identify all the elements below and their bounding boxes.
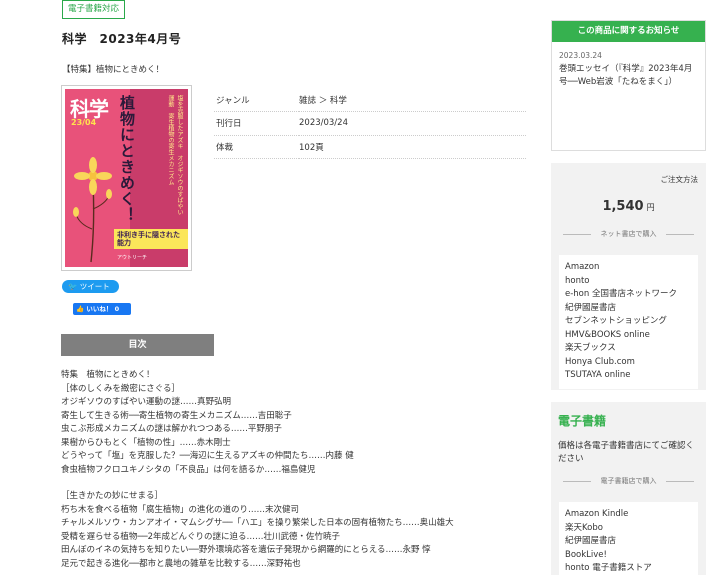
info-row-format: 体裁 102頁 (214, 135, 526, 159)
page-title: 科学 2023年4月号 (62, 32, 182, 46)
toc-line: 果樹からひもとく「植物の性」……赤木剛士 (61, 437, 231, 448)
price: 1,540 円 (551, 199, 706, 214)
like-button[interactable]: 👍 いいね！ 0 (73, 303, 131, 315)
cover-vertical-title: 植物にときめく！ (118, 95, 136, 223)
ebook-store-link[interactable]: 紀伊國屋書店 (565, 535, 692, 549)
info-key: ジャンル (214, 88, 299, 112)
info-value: 102頁 (299, 135, 526, 159)
toc-line: チャルメルソウ・カンアオイ・マムシグサ──「ハエ」を操り繁栄した日本の固有植物た… (61, 518, 454, 528)
bird-icon: 🐦 (68, 282, 78, 291)
toc: 特集 植物にときめく！ ［体のしくみを緻密にさぐる］ オジギソウのすばやい運動の… (61, 369, 541, 571)
ebook-store-link[interactable]: BookLive! (565, 549, 692, 563)
notice-header: この商品に関するお知らせ (552, 21, 705, 42)
toc-line: ［生きかたの妙にせまる］ (61, 491, 164, 501)
ebook-store-link[interactable]: honto 電子書籍ストア (565, 562, 692, 575)
toc-gap (61, 477, 541, 490)
store-link[interactable]: Honya Club.com (565, 356, 692, 370)
price-value: 1,540 (602, 199, 644, 214)
info-value-genre[interactable]: 雑誌 ＞ 科学 (299, 88, 526, 112)
toc-header: 目次 (61, 334, 214, 356)
ebook-badge: 電子書籍対応 (62, 0, 126, 19)
toc-line: 特集 植物にときめく！ (61, 370, 155, 380)
toc-line: 田んぼのイネの気持ちを知りたい──野外環境応答を遺伝子発現から網羅的にとらえる…… (61, 545, 431, 555)
info-value: 2023/03/24 (299, 111, 526, 136)
net-store-list: Amazon honto e-hon 全国書店ネットワーク 紀伊國屋書店 セブン… (559, 255, 698, 389)
like-label: いいね！ 0 (86, 305, 120, 313)
thumbs-up-icon: 👍 (76, 305, 85, 313)
store-link[interactable]: HMV&BOOKS online (565, 329, 692, 343)
notice-link[interactable]: 巻頭エッセイ（『科学』2023年4月号──Web岩波「たねをまく」） (559, 63, 699, 88)
info-table: ジャンル 雑誌 ＞ 科学 刊行日 2023/03/24 体裁 102頁 (214, 88, 526, 159)
toc-line: 寄生して生きる術──寄生植物の寄生メカニズム……吉田聡子 (61, 410, 292, 421)
order-method-label: ご注文方法 (660, 175, 699, 184)
cover-strip: 非利き手に隠された能力 (114, 229, 188, 249)
ebook-store-link[interactable]: 楽天Kobo (565, 522, 692, 536)
store-link[interactable]: e-hon 全国書店ネットワーク (565, 288, 692, 302)
toc-line: ［体のしくみを緻密にさぐる］ (61, 383, 181, 394)
cover-image: 科学 23/04 植物にときめく！ 塩を克服したアズキ オジギソウのすばやい運動… (61, 85, 192, 271)
toc-line: どうやって「塩」を克服した？──海辺に生えるアズキの仲間たち……内藤 健 (61, 451, 354, 461)
store-link[interactable]: honto (565, 275, 692, 289)
ebook-store-link[interactable]: Amazon Kindle (565, 508, 692, 522)
ebook-note: 価格は各電子書籍書店にてご確認ください (558, 441, 695, 464)
info-key: 刊行日 (214, 111, 299, 136)
ebook-store-list: Amazon Kindle 楽天Kobo 紀伊國屋書店 BookLive! ho… (559, 502, 698, 575)
toc-line: オジギソウのすばやい運動の謎……真野弘明 (61, 397, 232, 407)
ebook-panel: 電子書籍 価格は各電子書籍書店にてご確認ください 電子書籍店で購入 Amazon… (551, 402, 706, 575)
price-unit: 円 (646, 203, 655, 212)
toc-line: 虫こぶ形成メカニズムの謎は解かれつつある……平野朋子 (61, 424, 282, 434)
info-key: 体裁 (214, 135, 299, 159)
notice-panel: この商品に関するお知らせ 2023.03.24 巻頭エッセイ（『科学』2023年… (551, 20, 706, 151)
tweet-button[interactable]: 🐦 ツイート (62, 280, 119, 293)
cover-vertical-subtitle: 塩を克服したアズキ オジギソウのすばやい運動 寄生植物の寄生メカニズム (167, 95, 183, 215)
store-link[interactable]: TSUTAYA online (565, 369, 692, 383)
store-link[interactable]: Amazon (565, 261, 692, 275)
store-link[interactable]: セブンネットショッピング (565, 315, 692, 329)
info-row-date: 刊行日 2023/03/24 (214, 111, 526, 136)
toc-line: 食虫植物フクロユキノシタの「不良品」は何を語るか……福島健児 (61, 464, 316, 475)
info-row-genre: ジャンル 雑誌 ＞ 科学 (214, 88, 526, 112)
notice-date: 2023.03.24 (559, 51, 602, 60)
tweet-label: ツイート (79, 282, 110, 291)
toc-line: 朽ち木を食べる植物「腐生植物」の進化の道のり……末次健司 (61, 504, 300, 515)
ebook-title: 電子書籍 (558, 414, 607, 428)
store-link[interactable]: 楽天ブックス (565, 342, 692, 356)
feature-line: 【特集】植物にときめく！ (62, 65, 165, 75)
cover-issue: 23/04 (71, 118, 97, 127)
ebook-store-label: 電子書籍店で購入 (551, 476, 706, 486)
net-store-label: ネット書店で購入 (551, 229, 706, 239)
cover-foot: アウトリーチ (117, 255, 148, 261)
flower-illustration (73, 157, 112, 263)
purchase-panel: ご注文方法 1,540 円 ネット書店で購入 Amazon honto e-hon… (551, 163, 706, 390)
store-link[interactable]: 紀伊國屋書店 (565, 302, 692, 316)
cover-art: 科学 23/04 植物にときめく！ 塩を克服したアズキ オジギソウのすばやい運動… (65, 89, 188, 267)
toc-line: 足元で起きる進化──都市と農地の雑草を比較する……深野祐也 (61, 558, 301, 569)
toc-line: 受精を遅らせる植物──2年成どんぐりの謎に迫る……壮川武德・佐竹暁子 (61, 531, 340, 542)
